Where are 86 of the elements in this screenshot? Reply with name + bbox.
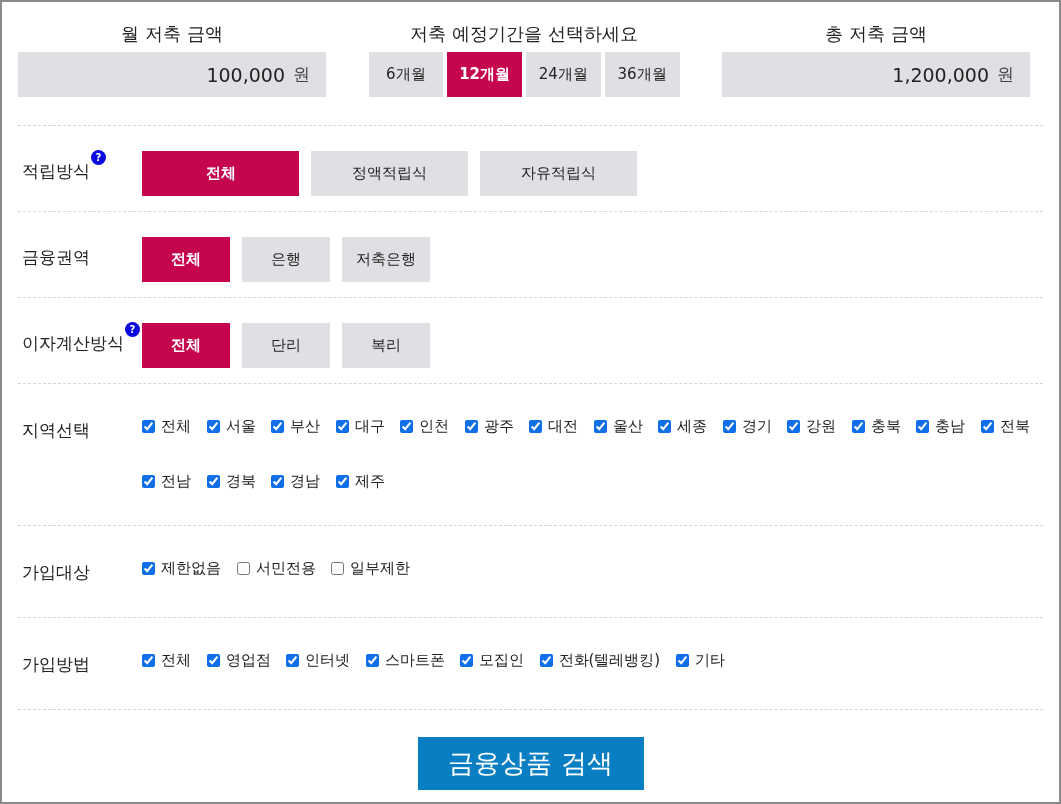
checkbox-label[interactable]: 스마트폰 xyxy=(384,650,445,670)
checkbox-label[interactable]: 세종 xyxy=(677,416,707,436)
checkbox[interactable] xyxy=(365,653,379,667)
checkbox-label[interactable]: 전체 xyxy=(161,650,191,670)
checkbox[interactable] xyxy=(142,653,155,667)
checkbox-label[interactable]: 경기 xyxy=(741,416,772,436)
checkbox[interactable] xyxy=(658,419,671,433)
checkbox[interactable] xyxy=(460,653,473,667)
checkbox[interactable] xyxy=(529,419,542,433)
option-button[interactable]: 전체 xyxy=(142,151,299,196)
amount-field[interactable]: 100,000 원 xyxy=(18,52,326,97)
checkbox[interactable] xyxy=(142,474,155,488)
option-button[interactable]: 저축은행 xyxy=(342,237,430,282)
option-button[interactable]: 정액적립식 xyxy=(311,151,468,196)
section-heading: 총 저축 금액 xyxy=(824,22,928,46)
option-button[interactable]: 자유적립식 xyxy=(480,151,637,196)
checkbox-label[interactable]: 서민전용 xyxy=(255,558,316,578)
checkbox[interactable] xyxy=(206,419,220,433)
checkbox-label[interactable]: 일부제한 xyxy=(350,558,410,578)
filter-label: 이자계산방식 xyxy=(22,331,124,355)
checkbox-label[interactable]: 모집인 xyxy=(479,650,524,670)
checkbox-label[interactable]: 전화(텔레뱅킹) xyxy=(558,650,661,670)
help-icon[interactable]: ? xyxy=(91,149,106,165)
help-icon[interactable]: ? xyxy=(125,321,140,337)
checkbox[interactable] xyxy=(400,419,413,433)
checkbox[interactable] xyxy=(593,419,607,433)
section-heading: 월 저축 금액 xyxy=(120,22,224,46)
checkbox[interactable] xyxy=(675,653,689,667)
amount-value: 1,200,000 xyxy=(892,63,989,86)
search-button[interactable]: 금융상품 검색 xyxy=(417,737,644,790)
checkbox-label[interactable]: 울산 xyxy=(612,416,643,436)
filter-label: 지역선택 xyxy=(22,419,90,442)
checkbox-label[interactable]: 충남 xyxy=(935,416,965,436)
checkbox-label[interactable]: 전체 xyxy=(161,416,191,436)
filter-label: 가입방법 xyxy=(22,653,90,676)
checkbox-label[interactable]: 광주 xyxy=(483,416,514,436)
option-button[interactable]: 단리 xyxy=(242,323,330,368)
checkbox[interactable] xyxy=(335,474,349,488)
checkbox[interactable] xyxy=(142,419,155,433)
period-button[interactable]: 6개월 xyxy=(368,52,444,97)
filter-label: 적립방식 xyxy=(22,159,90,183)
checkbox-label[interactable]: 인천 xyxy=(419,416,449,436)
filter-label: 금융권역 xyxy=(22,245,90,269)
checkbox[interactable] xyxy=(464,419,478,433)
currency-unit: 원 xyxy=(997,63,1014,86)
checkbox-label[interactable]: 경남 xyxy=(290,471,320,491)
amount-value: 100,000 xyxy=(206,63,285,86)
checkbox-label[interactable]: 충북 xyxy=(870,416,901,436)
option-button[interactable]: 복리 xyxy=(342,323,430,368)
checkbox-label[interactable]: 서울 xyxy=(225,416,256,436)
checkbox[interactable] xyxy=(980,419,994,433)
checkbox[interactable] xyxy=(331,561,344,575)
checkbox[interactable] xyxy=(787,419,800,433)
checkbox[interactable] xyxy=(206,474,220,488)
checkbox-label[interactable]: 전북 xyxy=(999,416,1030,436)
period-button[interactable]: 12개월 xyxy=(447,52,522,97)
checkbox-label[interactable]: 기타 xyxy=(694,650,725,670)
checkbox[interactable] xyxy=(206,653,220,667)
currency-unit: 원 xyxy=(293,63,310,86)
option-button[interactable]: 전체 xyxy=(142,323,230,368)
checkbox-label[interactable]: 대전 xyxy=(548,416,578,436)
checkbox-label[interactable]: 제주 xyxy=(354,471,385,491)
checkbox[interactable] xyxy=(916,419,929,433)
checkbox-label[interactable]: 전남 xyxy=(161,471,191,491)
checkbox-label[interactable]: 영업점 xyxy=(225,650,271,670)
checkbox-label[interactable]: 인터넷 xyxy=(305,650,350,670)
filter-label: 가입대상 xyxy=(22,561,90,584)
option-button[interactable]: 전체 xyxy=(142,237,230,282)
checkbox[interactable] xyxy=(142,561,155,575)
checkbox[interactable] xyxy=(539,653,553,667)
checkbox[interactable] xyxy=(286,653,299,667)
checkbox-label[interactable]: 제한없음 xyxy=(161,558,221,578)
checkbox-label[interactable]: 강원 xyxy=(806,416,836,436)
checkbox[interactable] xyxy=(722,419,736,433)
period-button[interactable]: 24개월 xyxy=(526,52,601,97)
option-button[interactable]: 은행 xyxy=(242,237,330,282)
checkbox[interactable] xyxy=(236,561,250,575)
checkbox-label[interactable]: 경북 xyxy=(225,471,256,491)
checkbox[interactable] xyxy=(271,474,284,488)
checkbox[interactable] xyxy=(335,419,349,433)
period-button[interactable]: 36개월 xyxy=(604,52,680,97)
checkbox[interactable] xyxy=(271,419,284,433)
checkbox[interactable] xyxy=(851,419,865,433)
checkbox-label[interactable]: 대구 xyxy=(354,416,385,436)
section-heading: 저축 예정기간을 선택하세요 xyxy=(409,22,639,46)
checkbox-label[interactable]: 부산 xyxy=(290,416,320,436)
